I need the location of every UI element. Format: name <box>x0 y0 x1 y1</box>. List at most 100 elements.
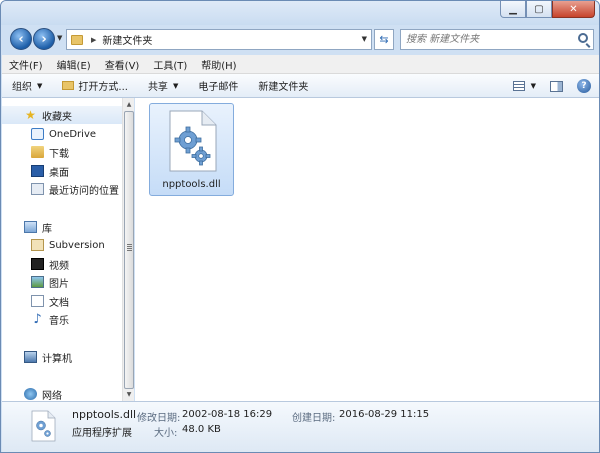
nav-item-videos[interactable]: 视频 <box>2 255 122 273</box>
nav-item-subversion[interactable]: Subversion <box>2 236 122 254</box>
file-item[interactable]: npptools.dll <box>149 103 234 196</box>
maximize-button[interactable]: ▢ <box>526 1 552 18</box>
address-history-dropdown[interactable]: ▼ <box>362 35 367 43</box>
nav-item-downloads[interactable]: 下载 <box>2 143 122 161</box>
menu-view[interactable]: 查看(V) <box>98 57 147 72</box>
refresh-icon: ⇆ <box>379 33 389 46</box>
nav-item-desktop[interactable]: 桌面 <box>2 162 122 180</box>
nav-item-documents[interactable]: 文档 <box>2 292 122 310</box>
nav-item-recent-places[interactable]: 最近访问的位置 <box>2 180 122 198</box>
network-icon <box>24 388 37 400</box>
nav-item-label: 音乐 <box>49 315 69 327</box>
nav-item-label: 图片 <box>49 278 69 290</box>
share-label: 共享 <box>147 82 168 93</box>
video-icon <box>31 258 44 270</box>
details-size-value: 48.0 KB <box>182 424 221 435</box>
share-button[interactable]: 共享 ▼ <box>138 78 188 94</box>
details-file-name: npptools.dll <box>72 408 137 421</box>
command-bar: 组织 ▼ 打开方式... 共享 ▼ 电子邮件 新建文件夹 ▼ ? <box>2 74 599 98</box>
nav-libraries-label: 库 <box>42 223 52 235</box>
nav-computer-label: 计算机 <box>42 353 72 365</box>
search-icon[interactable] <box>578 33 588 43</box>
file-name: npptools.dll <box>162 179 221 190</box>
nav-item-label: Subversion <box>49 239 105 251</box>
details-modified-label: 修改日期: <box>137 413 181 424</box>
minimize-button[interactable]: ▁ <box>500 1 526 18</box>
desktop-icon <box>31 165 44 177</box>
details-created-value: 2016-08-29 11:15 <box>339 409 430 420</box>
search-box[interactable] <box>400 29 594 50</box>
recent-pages-dropdown[interactable]: ▼ <box>57 34 62 42</box>
nav-item-label: 桌面 <box>49 167 69 179</box>
command-bar-right: ▼ ? <box>512 74 599 98</box>
menu-edit[interactable]: 编辑(E) <box>50 57 98 72</box>
nav-computer[interactable]: 计算机 <box>2 348 122 366</box>
menu-file[interactable]: 文件(F) <box>2 57 50 72</box>
library-icon <box>24 221 37 233</box>
new-folder-label: 新建文件夹 <box>258 82 309 93</box>
nav-item-onedrive[interactable]: OneDrive <box>2 125 122 143</box>
menu-help[interactable]: 帮助(H) <box>194 57 243 72</box>
scroll-up-arrow-icon[interactable]: ▲ <box>123 98 135 111</box>
nav-item-label: 视频 <box>49 260 69 272</box>
caption-buttons: ▁ ▢ ✕ <box>500 1 595 18</box>
folder-icon <box>71 34 83 45</box>
details-pane: npptools.dll 应用程序扩展 修改日期: 2002-08-18 16:… <box>2 401 599 452</box>
help-icon[interactable]: ? <box>577 79 591 93</box>
refresh-button[interactable]: ⇆ <box>374 29 394 50</box>
details-size-label: 大小: <box>154 428 178 439</box>
pictures-icon <box>31 276 44 288</box>
open-with-button[interactable]: 打开方式... <box>52 78 138 93</box>
explorer-window: ▁ ▢ ✕ ‹ › ▼ ▶ 新建文件夹 ▼ ⇆ 文件(F) 编辑(E) 查看(V… <box>0 0 600 453</box>
downloads-folder-icon <box>31 146 44 158</box>
view-options-chevron-icon[interactable]: ▼ <box>531 82 536 90</box>
nav-network-label: 网络 <box>42 390 62 402</box>
music-note-icon: ♪ <box>33 311 42 327</box>
new-folder-button[interactable]: 新建文件夹 <box>248 78 318 93</box>
dll-gear-icon <box>169 110 217 172</box>
search-input[interactable] <box>401 30 571 49</box>
nav-item-label: OneDrive <box>49 128 97 140</box>
dll-gear-icon <box>31 410 56 442</box>
email-label: 电子邮件 <box>198 82 239 93</box>
nav-item-pictures[interactable]: 图片 <box>2 273 122 291</box>
nav-libraries[interactable]: 库 <box>2 218 122 236</box>
menu-bar: 文件(F) 编辑(E) 查看(V) 工具(T) 帮助(H) <box>2 55 599 74</box>
details-modified-value: 2002-08-18 16:29 <box>182 409 273 420</box>
close-button[interactable]: ✕ <box>552 1 595 18</box>
forward-button[interactable]: › <box>33 28 55 50</box>
organize-button[interactable]: 组织 ▼ <box>2 78 52 94</box>
email-button[interactable]: 电子邮件 <box>188 78 248 93</box>
onedrive-icon <box>31 128 44 140</box>
organize-label: 组织 <box>12 82 32 93</box>
change-view-icon[interactable] <box>512 81 525 91</box>
open-with-label: 打开方式... <box>78 82 128 93</box>
scrollbar-grip <box>127 244 132 251</box>
nav-favorites[interactable]: ★ 收藏夹 <box>2 106 122 124</box>
details-file-type: 应用程序扩展 <box>72 428 132 439</box>
nav-pane-scrollbar[interactable]: ▲ ▼ <box>122 98 134 401</box>
nav-item-label: 文档 <box>49 297 69 309</box>
breadcrumb-current[interactable]: 新建文件夹 <box>102 32 152 47</box>
navigation-pane: ★ 收藏夹 OneDrive 下载 桌面 最近访问的位置 库 Subversio… <box>2 98 122 402</box>
preview-pane-icon[interactable] <box>550 80 563 92</box>
address-bar[interactable]: ▶ 新建文件夹 ▼ <box>66 29 372 50</box>
chevron-down-icon: ▼ <box>37 81 43 90</box>
subversion-icon <box>31 239 44 251</box>
star-icon: ★ <box>25 108 36 122</box>
menu-tools[interactable]: 工具(T) <box>146 57 194 72</box>
back-button[interactable]: ‹ <box>10 28 32 50</box>
details-created-label: 创建日期: <box>292 413 336 424</box>
title-bar: ▁ ▢ ✕ <box>1 1 599 25</box>
nav-item-label: 下载 <box>49 148 69 160</box>
scroll-down-arrow-icon[interactable]: ▼ <box>123 388 135 401</box>
scrollbar-thumb[interactable] <box>124 111 134 389</box>
chevron-down-icon: ▼ <box>172 81 179 90</box>
computer-icon <box>24 351 37 363</box>
nav-item-label: 最近访问的位置 <box>49 185 119 197</box>
nav-item-music[interactable]: ♪ 音乐 <box>2 310 122 328</box>
navigation-row: ‹ › ▼ ▶ 新建文件夹 ▼ ⇆ <box>1 25 599 55</box>
nav-favorites-label: 收藏夹 <box>42 111 72 123</box>
file-list[interactable]: npptools.dll <box>135 98 599 401</box>
breadcrumb-chevron-icon[interactable]: ▶ <box>91 36 96 44</box>
